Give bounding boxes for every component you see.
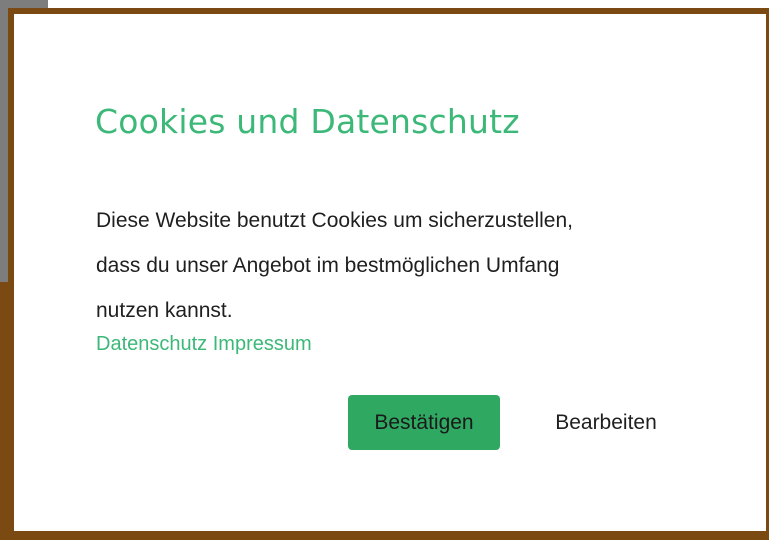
backdrop-top-strip bbox=[0, 0, 769, 8]
dialog-links: Datenschutz Impressum bbox=[96, 333, 312, 356]
dialog-message: Diese Website benutzt Cookies um sicherz… bbox=[96, 198, 716, 333]
imprint-link[interactable]: Impressum bbox=[213, 333, 312, 355]
cookie-consent-dialog: Cookies und Datenschutz Diese Website be… bbox=[14, 14, 766, 531]
dialog-message-line: Diese Website benutzt Cookies um sicherz… bbox=[96, 209, 574, 232]
backdrop-bottom-strip bbox=[0, 540, 769, 546]
edit-settings-button[interactable]: Bearbeiten bbox=[526, 395, 686, 450]
dialog-message-line: dass du unser Angebot im bestmöglichen U… bbox=[96, 254, 560, 277]
page-stage: Cookies und Datenschutz Diese Website be… bbox=[0, 0, 769, 546]
dialog-title: Cookies und Datenschutz bbox=[95, 102, 520, 141]
dialog-message-line: nutzen kannst. bbox=[96, 299, 233, 322]
backdrop-gray-strip bbox=[0, 0, 8, 282]
privacy-link[interactable]: Datenschutz bbox=[96, 333, 207, 355]
backdrop-gray-cap bbox=[8, 0, 48, 8]
confirm-button[interactable]: Bestätigen bbox=[348, 395, 500, 450]
